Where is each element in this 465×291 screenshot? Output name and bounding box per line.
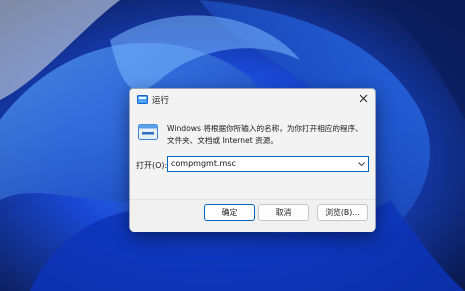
- cancel-button[interactable]: 取消: [258, 204, 309, 221]
- browse-button[interactable]: 浏览(B)...: [317, 204, 368, 221]
- dialog-titlebar[interactable]: 运行: [130, 89, 375, 111]
- run-program-icon: [138, 124, 158, 140]
- close-button[interactable]: [355, 92, 371, 107]
- ok-button[interactable]: 确定: [204, 204, 255, 221]
- run-icon: [137, 95, 148, 104]
- command-input-value[interactable]: compmgmt.msc: [171, 159, 236, 168]
- dialog-footer: 确定 取消 浏览(B)...: [130, 199, 375, 232]
- chevron-down-icon[interactable]: [358, 161, 365, 167]
- dialog-content: Windows 将根据你所输入的名称，为你打开相应的程序、文件夹、文档或 Int…: [130, 111, 375, 199]
- dialog-description: Windows 将根据你所输入的名称，为你打开相应的程序、文件夹、文档或 Int…: [167, 124, 363, 145]
- close-icon: [359, 94, 367, 103]
- run-dialog: 运行 Windows 将根据你所输入的名称，为你打开相应的程序、文件夹、文档或 …: [129, 88, 376, 232]
- dialog-title: 运行: [152, 96, 170, 106]
- command-input[interactable]: compmgmt.msc: [167, 156, 369, 172]
- open-label: 打开(O):: [136, 161, 168, 170]
